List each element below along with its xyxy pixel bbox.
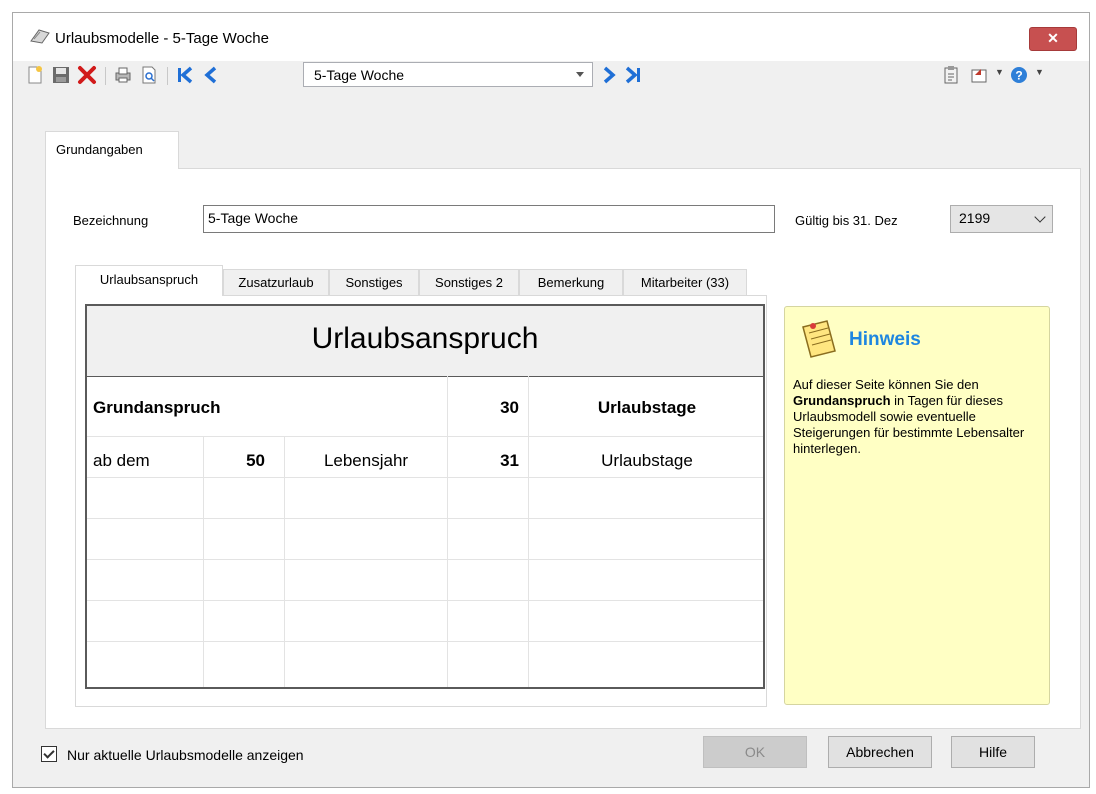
tab-urlaubsanspruch[interactable]: Urlaubsanspruch: [75, 265, 223, 296]
tab-label: Mitarbeiter (33): [640, 275, 730, 290]
chevron-down-icon: [576, 72, 584, 77]
gueltig-label: Gültig bis 31. Dez: [795, 213, 898, 228]
help-button[interactable]: Hilfe: [951, 736, 1035, 768]
toolbar: 5-Tage Woche ▼ ? ▼: [13, 61, 1089, 91]
chevron-down-icon: [1034, 211, 1046, 223]
save-icon[interactable]: [51, 65, 71, 85]
basic-entitlement-label: Grundanspruch: [93, 398, 221, 417]
help-button-label: Hilfe: [978, 744, 1007, 760]
grid-row-line: [87, 436, 763, 437]
tab-label: Zusatzurlaub: [238, 275, 314, 290]
delete-icon[interactable]: [77, 65, 97, 85]
age-row-age[interactable]: 50: [205, 451, 265, 471]
grid-header: Urlaubsanspruch: [87, 306, 763, 377]
tab-grundangaben-label: Grundangaben: [56, 142, 143, 157]
age-row-age-unit: Lebensjahr: [323, 451, 409, 470]
svg-text:?: ?: [1015, 69, 1022, 83]
window-title: Urlaubsmodelle - 5-Tage Woche: [55, 30, 269, 47]
hint-text-bold: Grundanspruch: [793, 393, 891, 408]
grid-title: Urlaubsanspruch: [311, 322, 539, 355]
cancel-button-label: Abbrechen: [846, 744, 914, 760]
bezeichnung-value: 5-Tage Woche: [208, 210, 299, 226]
tab-label: Bemerkung: [537, 275, 605, 290]
gueltig-year-value: 2199: [959, 210, 991, 226]
bezeichnung-input[interactable]: 5-Tage Woche: [203, 205, 775, 233]
grid-row-line: [87, 600, 763, 601]
tab-sonstiges[interactable]: Sonstiges: [329, 269, 419, 295]
current-models-label: Nur aktuelle Urlaubsmodelle anzeigen: [67, 747, 304, 763]
print-icon[interactable]: [113, 65, 133, 85]
note-icon: [802, 320, 836, 358]
bezeichnung-label: Bezeichnung: [73, 213, 149, 228]
grid-divider: [203, 437, 204, 687]
tab-sonstiges-2[interactable]: Sonstiges 2: [419, 269, 519, 295]
export-icon[interactable]: [969, 65, 989, 85]
basic-entitlement-value[interactable]: 30: [449, 398, 519, 418]
age-row-days-unit: Urlaubstage: [601, 451, 693, 470]
grid-divider: [528, 376, 529, 687]
age-row-prefix: ab dem: [93, 451, 150, 470]
toolbar-separator: [167, 67, 168, 85]
vacation-model-icon: [30, 29, 50, 44]
basic-entitlement-unit: Urlaubstage: [597, 398, 697, 417]
entitlement-grid: Urlaubsanspruch Grundanspruch 30 Urlaubs…: [85, 304, 765, 689]
grid-row-line: [87, 559, 763, 560]
dropdown-arrow-icon[interactable]: ▼: [995, 67, 1004, 77]
cancel-button[interactable]: Abbrechen: [828, 736, 932, 768]
title-bar: Urlaubsmodelle - 5-Tage Woche ✕: [13, 13, 1089, 63]
grid-row-line: [87, 518, 763, 519]
toolbar-separator: [105, 67, 106, 85]
dialog-window: Urlaubsmodelle - 5-Tage Woche ✕ 5-Tage W…: [12, 12, 1090, 788]
close-icon: ✕: [1047, 30, 1059, 46]
ok-button[interactable]: OK: [703, 736, 807, 768]
previous-record-icon[interactable]: [201, 65, 221, 85]
current-models-checkbox[interactable]: [41, 746, 57, 762]
hint-panel: Hinweis Auf dieser Seite können Sie den …: [784, 306, 1050, 705]
tab-grundangaben[interactable]: Grundangaben: [45, 131, 179, 169]
grid-row-line: [87, 641, 763, 642]
hint-text-part: Auf dieser Seite können Sie den: [793, 377, 979, 392]
hint-text: Auf dieser Seite können Sie den Grundans…: [793, 377, 1043, 457]
clipboard-icon[interactable]: [941, 65, 961, 85]
tab-label: Urlaubsanspruch: [99, 272, 199, 287]
next-record-icon[interactable]: [599, 65, 619, 85]
grid-divider: [447, 376, 448, 687]
first-record-icon[interactable]: [175, 65, 195, 85]
grid-row-line: [87, 477, 763, 478]
tab-mitarbeiter[interactable]: Mitarbeiter (33): [623, 269, 747, 295]
close-button[interactable]: ✕: [1029, 27, 1077, 51]
grid-divider: [284, 437, 285, 687]
dropdown-arrow-icon[interactable]: ▼: [1035, 67, 1044, 77]
new-document-icon[interactable]: [25, 65, 45, 85]
age-row-days[interactable]: 31: [449, 451, 519, 471]
record-selector-value: 5-Tage Woche: [314, 67, 405, 83]
tab-zusatzurlaub[interactable]: Zusatzurlaub: [223, 269, 329, 295]
ok-button-label: OK: [744, 744, 766, 760]
gueltig-year-select[interactable]: 2199: [950, 205, 1053, 233]
last-record-icon[interactable]: [623, 65, 643, 85]
tab-label: Sonstiges 2: [435, 275, 503, 290]
help-icon[interactable]: ?: [1009, 65, 1029, 85]
tab-label: Sonstiges: [345, 275, 403, 290]
tab-bemerkung[interactable]: Bemerkung: [519, 269, 623, 295]
hint-title: Hinweis: [849, 329, 921, 350]
print-preview-icon[interactable]: [139, 65, 159, 85]
record-selector[interactable]: 5-Tage Woche: [303, 62, 593, 87]
